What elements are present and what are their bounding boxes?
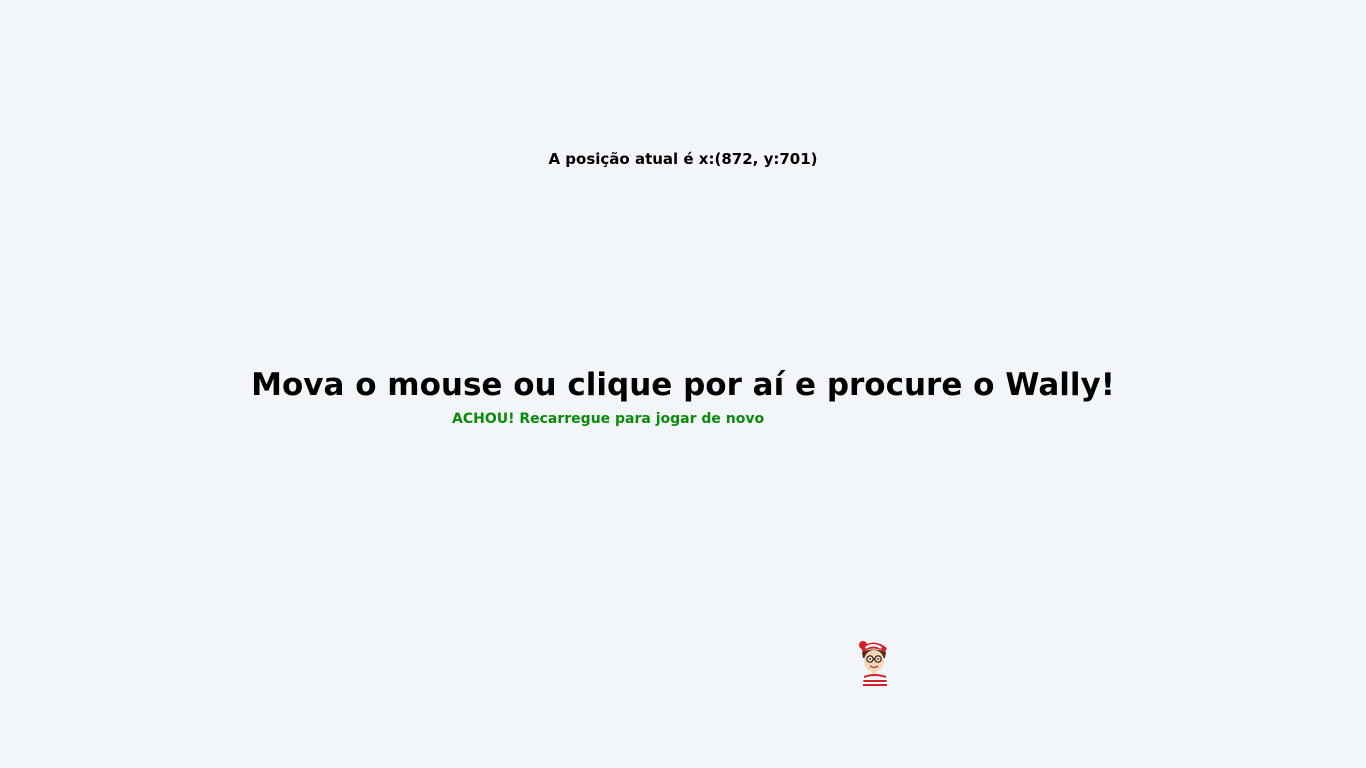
wally-icon[interactable]	[851, 636, 897, 688]
found-message: ACHOU! Recarregue para jogar de novo	[452, 411, 765, 427]
page-title: Mova o mouse ou clique por aí e procure …	[251, 367, 1115, 403]
game-page[interactable]: A posição atual é x:(872, y:701) Mova o …	[0, 0, 1366, 768]
mouse-position-readout: A posição atual é x:(872, y:701)	[548, 150, 818, 168]
